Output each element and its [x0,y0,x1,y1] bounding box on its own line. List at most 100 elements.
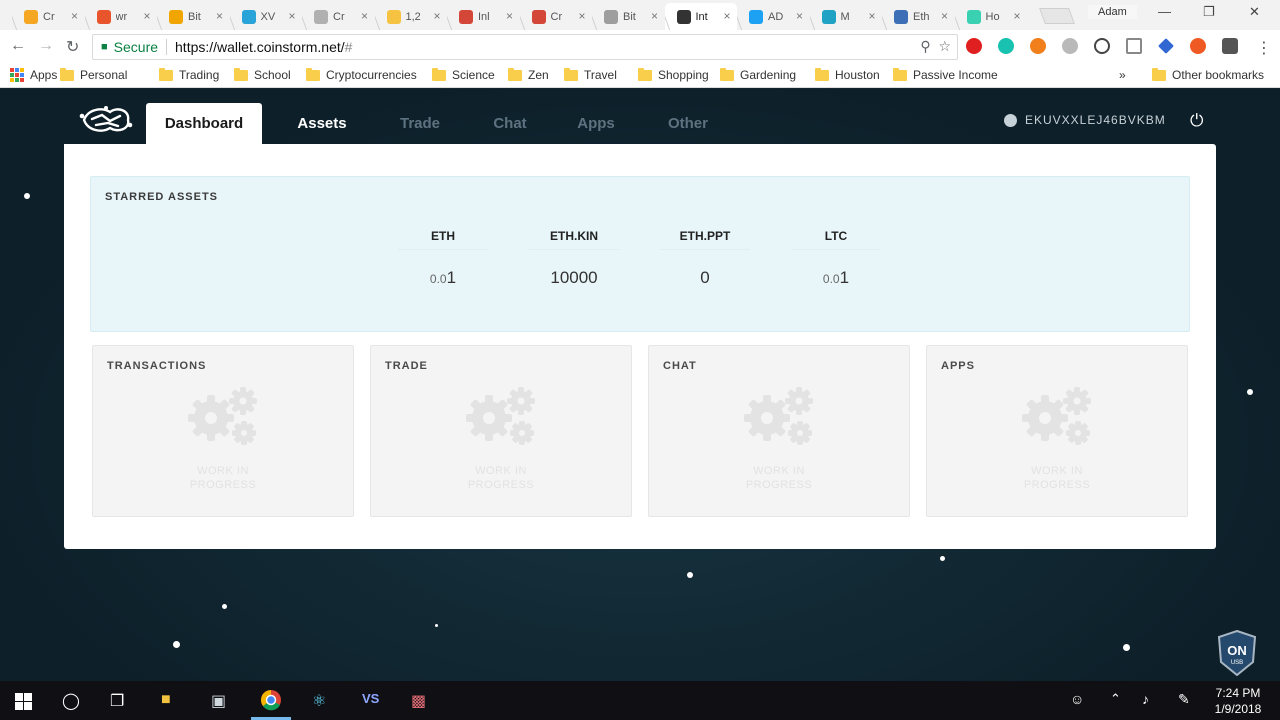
browser-tab[interactable]: Bit × [592,3,664,30]
browser-tab[interactable]: M × [810,3,882,30]
tab-close-icon[interactable]: × [796,9,803,23]
browser-tab[interactable]: Inl × [447,3,519,30]
browser-tab[interactable]: 1,2 × [375,3,447,30]
browser-tab[interactable]: Cr × [302,3,374,30]
tab-close-icon[interactable]: × [506,9,513,23]
browser-tab[interactable]: wr × [85,3,157,30]
metamask-extension-icon[interactable] [1030,38,1046,54]
opera-extension-icon[interactable] [966,38,982,54]
people-icon[interactable]: ☺ [1070,691,1084,707]
bookmark-folder[interactable]: Passive Income [893,67,998,82]
asset-item[interactable]: ETH 0.01 [398,229,488,288]
bookmark-star-icon[interactable]: ☆ [938,38,951,54]
bookmark-folder[interactable]: Gardening [720,67,796,82]
asset-balance-main: 0 [700,268,710,287]
bookmark-folder[interactable]: Trading [159,67,219,82]
bookmark-other[interactable]: Other bookmarks [1152,67,1264,82]
terminal-icon[interactable]: ▩ [411,691,426,711]
url-host: https://wallet.coinstorm.net/ [175,39,345,55]
puzzle-extension-icon[interactable] [1222,38,1238,54]
asset-balance: 0.01 [398,268,488,288]
reload-icon[interactable]: ↻ [66,37,79,57]
tab-close-icon[interactable]: × [71,9,78,23]
bookmark-folder[interactable]: School [234,67,291,82]
new-tab-button[interactable] [1039,8,1075,24]
browser-tab[interactable]: Int × [664,3,737,30]
browser-tab[interactable]: AD × [737,3,809,30]
bookmark-folder[interactable]: Zen [508,67,549,82]
tab-favicon-icon [531,9,546,24]
windows-start-icon[interactable] [15,693,32,710]
task-view-icon[interactable]: ❐ [110,691,124,711]
browser-tab[interactable]: Cr × [520,3,592,30]
browser-toolbar: ← → ↻ ■ Secure https://wallet.coinstorm.… [0,30,1280,64]
tab-close-icon[interactable]: × [216,9,223,23]
tab-close-icon[interactable]: × [1013,9,1020,23]
coinstorm-logo[interactable] [78,103,134,135]
bookmark-folder[interactable]: Shopping [638,67,709,82]
tab-close-icon[interactable]: × [143,9,150,23]
store-icon[interactable]: ▣ [211,691,226,711]
browser-tab[interactable]: Cr × [12,3,84,30]
tab-favicon-icon [24,9,38,24]
asset-item[interactable]: ETH.KIN 10000 [529,229,619,288]
asset-name: ETH.PPT [660,229,750,250]
tab-favicon-icon [96,9,111,24]
close-window-icon[interactable]: ✕ [1249,4,1260,20]
chrome-taskbar-icon[interactable] [260,689,282,711]
browser-tab[interactable]: Bit × [157,3,229,30]
forward-icon[interactable]: → [38,37,54,55]
folder-icon [60,67,74,81]
cortana-icon[interactable]: ◯ [62,691,80,711]
extension-gray-icon[interactable] [1062,38,1078,54]
tab-title: Ho [985,10,1000,23]
tab-close-icon[interactable]: × [723,9,730,23]
file-explorer-icon[interactable]: ■ [161,691,171,709]
profile-name[interactable]: Adam [1088,5,1137,19]
system-clock[interactable]: 7:24 PM 1/9/2018 [1210,685,1266,717]
asset-item[interactable]: LTC 0.01 [791,229,881,288]
cast-extension-icon[interactable] [1126,38,1142,54]
tab-close-icon[interactable]: × [361,9,368,23]
back-icon[interactable]: ← [10,37,26,55]
tab-close-icon[interactable]: × [288,9,295,23]
tab-close-icon[interactable]: × [941,9,948,23]
tab-close-icon[interactable]: × [578,9,585,23]
card-title: TRANSACTIONS [107,360,207,372]
browser-tab[interactable]: Eth × [882,3,954,30]
nav-tab-assets[interactable]: Assets [280,103,364,144]
omnibox-actions: ⚲ ☆ [920,38,951,55]
bookmark-apps[interactable]: Apps [10,68,57,82]
browser-tab[interactable]: Ho × [955,3,1027,30]
bookmark-folder[interactable]: Houston [815,67,880,82]
tray-chevron-icon[interactable]: ⌃ [1110,691,1121,707]
info-extension-icon[interactable] [1094,38,1110,54]
folder-icon [306,67,320,81]
asset-item[interactable]: ETH.PPT 0 [660,229,750,288]
extension-teal-icon[interactable] [998,38,1014,54]
volume-icon[interactable]: ♪ [1142,691,1149,707]
pen-icon[interactable]: ✎ [1178,691,1190,708]
card-title: APPS [941,360,975,372]
visual-studio-icon[interactable]: VS [362,691,379,706]
atom-icon[interactable]: ⚛ [312,691,326,711]
chrome-menu-icon[interactable]: ⋮ [1256,38,1272,58]
maximize-icon[interactable]: ❐ [1203,4,1215,20]
address-bar[interactable]: ■ Secure https://wallet.coinstorm.net/# … [92,34,958,60]
bookmarks-overflow[interactable]: » [1119,68,1126,82]
folder-icon [893,67,907,81]
extension-orange-icon[interactable] [1190,38,1206,54]
bookmark-folder[interactable]: Personal [60,67,127,82]
zoom-icon[interactable]: ⚲ [920,38,930,54]
bookmark-folder[interactable]: Travel [564,67,617,82]
tab-close-icon[interactable]: × [868,9,875,23]
browser-tab[interactable]: XV × [230,3,302,30]
bookmark-folder[interactable]: Science [432,67,495,82]
bookmark-folder[interactable]: Cryptocurrencies [306,67,417,82]
minimize-icon[interactable]: — [1158,4,1171,19]
tab-close-icon[interactable]: × [433,9,440,23]
nav-tab-dashboard[interactable]: Dashboard [146,103,262,144]
power-icon[interactable]: ⏻ [1190,111,1203,131]
account-id[interactable]: EKUVXXLEJ46BVKBM [1004,113,1166,127]
tab-close-icon[interactable]: × [651,9,658,23]
